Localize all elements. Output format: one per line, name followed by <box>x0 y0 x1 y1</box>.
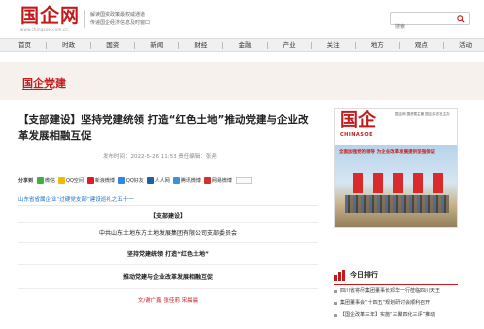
logo-url: www.chinasoe.com.cn <box>20 27 69 32</box>
red-flag <box>433 173 443 193</box>
cover-masthead: 国企 CHINASOE 国企网 国资委主管 国企杂志社主办 <box>335 109 457 145</box>
nav-separator <box>222 41 224 49</box>
share-renren[interactable]: 人人网 <box>146 176 170 184</box>
ranking-item-text: 【国企改革三年】实施“三聚四化三评”推动 <box>340 312 436 318</box>
ranking-header: 今日排行 <box>334 268 458 282</box>
search-icon[interactable] <box>457 15 465 23</box>
ranking-item-text: 四川省将尽集团董事长邓华一行莅临四川天王 <box>340 288 441 294</box>
share-renren-label: 人人网 <box>154 177 170 184</box>
share-bar: 分享到 微信 QQ空间 新浪微博 QQ好友 人人网 腾讯微博 网易微博 <box>18 175 252 185</box>
share-tencent-weibo-label: 腾讯微博 <box>180 177 201 184</box>
today-ranking: 今日排行 四川省将尽集团董事长邓华一行莅临四川天王 集团董事会“十四五”规划研讨… <box>334 268 458 321</box>
article-line-heading-1: 坚持党建统领 打造“红色土地” <box>127 251 209 258</box>
ranking-item-text: 集团董事会“十四五”规划研讨会顺利召开 <box>340 300 431 306</box>
red-flag <box>393 173 403 193</box>
site-logo[interactable]: 国企网 www.chinasoe.com.cn <box>20 6 80 32</box>
article-line-heading-2: 推动党建与企业改革发展相融互促 <box>122 274 213 281</box>
wechat-icon <box>37 176 45 184</box>
tagline: 解读国资政策最权威通道 传递国企经济信息及时窗口 <box>90 11 150 27</box>
nav-item-industry[interactable]: 产业 <box>283 39 296 51</box>
logo-text: 国企网 <box>20 5 81 27</box>
share-sina-weibo-label: 新浪微博 <box>94 177 115 184</box>
ranking-title: 今日排行 <box>350 271 378 279</box>
nav-separator <box>442 41 444 49</box>
search-box <box>390 12 470 33</box>
divider <box>18 288 318 289</box>
cover-crowd <box>345 195 449 213</box>
cover-headline: 全面加强党的领导 为企业改革发展提供坚强保证 <box>339 150 436 155</box>
article-byline: 文/谢广鑫 张佳莉 宋晨晨 <box>137 298 199 304</box>
cover-side-text: 国企网 国资委主管 国企杂志社主办 <box>395 112 450 116</box>
share-qq-friends-label: QQ好友 <box>125 177 144 184</box>
nav-separator <box>178 41 180 49</box>
nav-item-finance-economics[interactable]: 财经 <box>194 39 207 51</box>
article-line-org: 中共山东土地东方土地发展集团有限公司支部委员会 <box>98 230 237 237</box>
divider <box>18 242 318 243</box>
qzone-icon <box>58 176 66 184</box>
ranking-item[interactable]: 集团董事会“十四五”规划研讨会顺利召开 <box>334 297 458 309</box>
nav-item-politics[interactable]: 时政 <box>62 39 75 51</box>
divider <box>18 264 318 265</box>
nav-item-news[interactable]: 新闻 <box>150 39 163 51</box>
section-banner: 国企党建 <box>0 62 484 100</box>
nav-separator <box>134 41 136 49</box>
share-qzone[interactable]: QQ空间 <box>58 176 84 184</box>
nav-separator <box>310 41 312 49</box>
cover-logo: 国企 <box>340 110 376 131</box>
nav-item-opinion[interactable]: 观点 <box>415 39 428 51</box>
tagline-line-1: 解读国资政策最权威通道 <box>90 12 146 18</box>
nav-separator <box>354 41 356 49</box>
qq-icon <box>117 176 125 184</box>
article-meta: 发布时间：2022-5-26 11:53 责任编辑：张尧 <box>103 154 217 160</box>
nav-item-local[interactable]: 地方 <box>371 39 384 51</box>
bullet-icon <box>334 313 337 317</box>
tencent-weibo-icon <box>172 176 180 184</box>
share-tencent-weibo[interactable]: 腾讯微博 <box>172 176 201 184</box>
renren-icon <box>146 176 154 184</box>
red-flag <box>413 173 423 193</box>
share-label: 分享到 <box>18 177 34 184</box>
main-nav: 首页 时政 国资 新闻 财经 金融 产业 关注 地方 观点 活动 <box>0 38 484 52</box>
sina-weibo-icon <box>86 176 94 184</box>
share-wechat[interactable]: 微信 <box>37 176 56 184</box>
nav-item-events[interactable]: 活动 <box>459 39 472 51</box>
nav-separator <box>266 41 268 49</box>
share-qzone-label: QQ空间 <box>66 177 84 184</box>
cover-logo-en: CHINASOE <box>340 132 374 138</box>
article: 【支部建设】坚持党建统领 打造“红色土地”推动党建与企业改革发展相融互促 发布时… <box>18 112 318 304</box>
red-flag <box>373 173 383 193</box>
nav-item-home[interactable]: 首页 <box>18 39 31 51</box>
share-more-button[interactable] <box>235 176 252 184</box>
section-underline <box>22 89 52 90</box>
ranking-item[interactable]: 四川省将尽集团董事长邓华一行莅临四川天王 <box>334 285 458 297</box>
bullet-icon <box>334 289 337 293</box>
nav-separator <box>398 41 400 49</box>
article-lead-link[interactable]: 山东省省属企业“过硬党支部”建设巡礼之五十一 <box>18 195 134 203</box>
nav-items: 首页 时政 国资 新闻 财经 金融 产业 关注 地方 观点 活动 <box>18 39 472 51</box>
share-qq-friends[interactable]: QQ好友 <box>117 176 144 184</box>
ranking-item[interactable]: 【国企改革三年】实施“三聚四化三评”推动 <box>334 309 458 321</box>
article-line-section: 【支部建设】 <box>149 213 186 220</box>
divider <box>18 222 318 223</box>
nav-item-focus[interactable]: 关注 <box>327 39 340 51</box>
share-wechat-label: 微信 <box>45 177 56 184</box>
logo-divider <box>84 10 85 28</box>
search-input[interactable] <box>391 21 451 33</box>
nav-separator <box>90 41 92 49</box>
article-title: 【支部建设】坚持党建统领 打造“红色土地”推动党建与企业改革发展相融互促 <box>18 114 309 142</box>
share-netease-weibo[interactable]: 网易微博 <box>203 176 232 184</box>
site-header: 国企网 www.chinasoe.com.cn 解读国资政策最权威通道 传递国企… <box>0 0 484 38</box>
netease-weibo-icon <box>203 176 211 184</box>
nav-separator <box>46 41 48 49</box>
red-flag <box>353 173 363 193</box>
bar-chart-icon <box>334 269 345 281</box>
share-netease-weibo-label: 网易微博 <box>211 177 232 184</box>
tagline-line-2: 传递国企经济信息及时窗口 <box>90 20 151 26</box>
bullet-icon <box>334 301 337 305</box>
nav-item-state-assets[interactable]: 国资 <box>106 39 119 51</box>
nav-item-banking[interactable]: 金融 <box>238 39 251 51</box>
magazine-cover[interactable]: 国企 CHINASOE 国企网 国资委主管 国企杂志社主办 全面加强党的领导 为… <box>334 108 458 228</box>
divider <box>18 205 318 206</box>
share-sina-weibo[interactable]: 新浪微博 <box>86 176 115 184</box>
